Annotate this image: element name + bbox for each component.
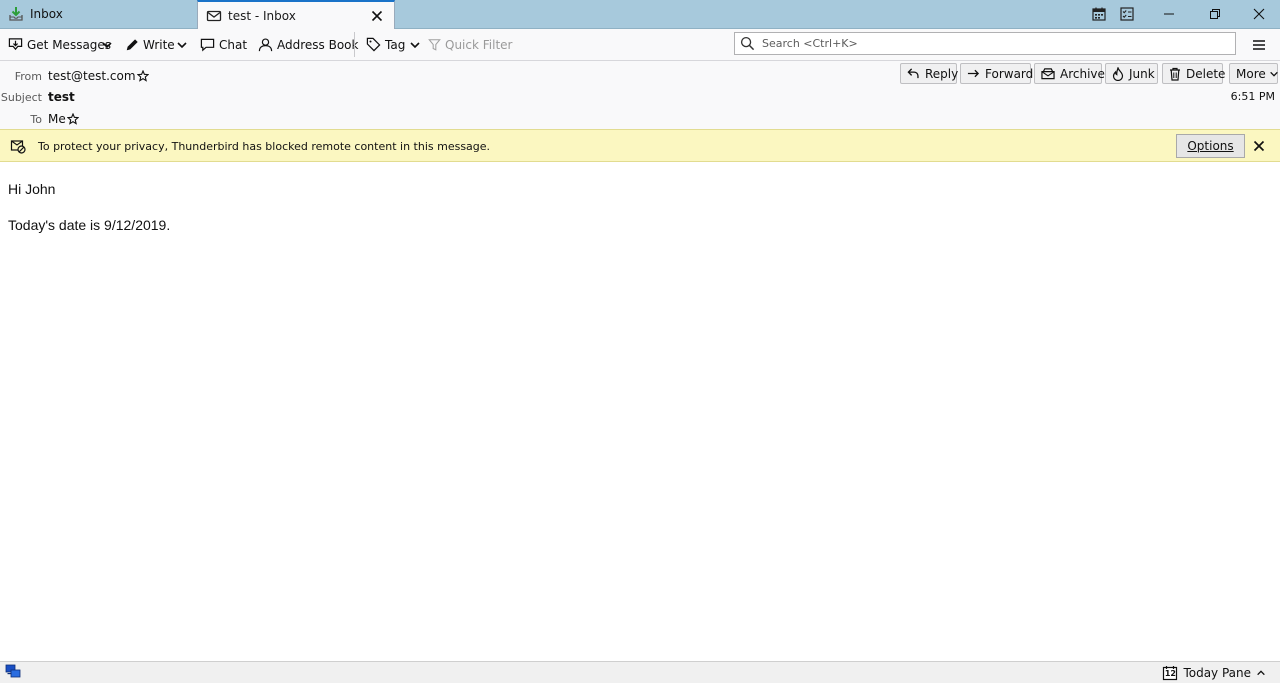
- subject-value: test: [48, 90, 75, 104]
- reply-label: Reply: [925, 66, 959, 81]
- filter-icon: [428, 38, 445, 52]
- chevron-down-icon: [101, 39, 117, 51]
- forward-label: Forward: [985, 66, 1034, 81]
- message-body-line: Today's date is 9/12/2019.: [8, 217, 171, 233]
- star-icon[interactable]: [136, 70, 149, 82]
- tasks-icon[interactable]: [1116, 4, 1138, 24]
- pencil-icon: [125, 38, 143, 52]
- message-body-line: Hi John: [8, 181, 56, 197]
- write-dropdown[interactable]: [176, 33, 192, 56]
- reply-arrow-icon: [907, 67, 925, 80]
- tag-icon: [366, 37, 385, 52]
- tab-bar: Inbox test - Inbox: [0, 0, 1280, 29]
- get-messages-button[interactable]: Get Messages: [8, 33, 111, 56]
- today-calendar-icon: 12: [1162, 665, 1178, 681]
- write-button[interactable]: Write: [125, 33, 175, 56]
- junk-label: Junk: [1129, 66, 1155, 81]
- chevron-down-icon: [409, 39, 425, 51]
- forward-arrow-icon: [967, 67, 985, 80]
- tab-test-inbox[interactable]: test - Inbox: [197, 0, 395, 29]
- today-pane-label: Today Pane: [1183, 666, 1251, 680]
- address-book-button[interactable]: Address Book: [258, 33, 358, 56]
- tag-label: Tag: [385, 37, 406, 52]
- close-notification-icon[interactable]: [1253, 140, 1265, 152]
- to-field[interactable]: Me: [48, 112, 79, 126]
- chevron-down-icon: [176, 39, 192, 51]
- delete-button[interactable]: Delete: [1162, 63, 1226, 84]
- today-calendar-day: 12: [1164, 669, 1176, 678]
- hamburger-menu-icon: [1252, 38, 1270, 52]
- chevron-down-icon: [1269, 69, 1280, 79]
- to-recipient[interactable]: Me: [48, 112, 66, 126]
- close-window-icon[interactable]: [1248, 4, 1270, 24]
- envelope-icon: [206, 8, 222, 24]
- chat-label: Chat: [219, 37, 248, 52]
- star-icon[interactable]: [66, 113, 79, 125]
- junk-button[interactable]: Junk: [1105, 63, 1158, 84]
- archive-box-icon: [1041, 67, 1060, 80]
- chevron-up-icon: [1256, 668, 1266, 678]
- status-bar: 12 Today Pane: [0, 661, 1280, 683]
- subject-label: Subject: [0, 91, 42, 104]
- toolbar-separator: [354, 32, 355, 57]
- chat-bubble-icon: [200, 37, 219, 52]
- inbox-download-icon: [8, 6, 24, 22]
- more-button[interactable]: More: [1229, 63, 1278, 84]
- from-field[interactable]: test@test.com: [48, 69, 149, 83]
- tab-label: test - Inbox: [228, 8, 296, 23]
- remote-content-notification: To protect your privacy, Thunderbird has…: [0, 129, 1280, 162]
- get-messages-icon: [8, 37, 27, 52]
- get-messages-dropdown[interactable]: [101, 33, 117, 56]
- message-time: 6:51 PM: [1230, 90, 1275, 103]
- today-pane-toggle[interactable]: 12 Today Pane: [1162, 665, 1266, 681]
- close-tab-icon[interactable]: [370, 9, 384, 23]
- address-book-icon: [258, 37, 277, 52]
- write-label: Write: [143, 37, 175, 52]
- more-label: More: [1236, 66, 1266, 81]
- quick-filter-button[interactable]: Quick Filter: [428, 33, 512, 56]
- from-address[interactable]: test@test.com: [48, 69, 136, 83]
- chat-button[interactable]: Chat: [200, 33, 247, 56]
- notification-text: To protect your privacy, Thunderbird has…: [38, 140, 491, 153]
- archive-label: Archive: [1060, 66, 1105, 81]
- quick-filter-label: Quick Filter: [445, 37, 513, 52]
- restore-icon[interactable]: [1204, 4, 1226, 24]
- minimize-icon[interactable]: [1158, 4, 1180, 24]
- archive-button[interactable]: Archive: [1034, 63, 1105, 84]
- from-label: From: [14, 70, 42, 83]
- delete-label: Delete: [1186, 66, 1226, 81]
- search-input[interactable]: [760, 36, 1224, 51]
- app-menu-button[interactable]: [1252, 33, 1270, 56]
- online-status-icon[interactable]: [5, 664, 21, 679]
- search-box[interactable]: [734, 32, 1236, 55]
- tab-label: Inbox: [30, 7, 63, 21]
- reply-button[interactable]: Reply: [900, 63, 959, 84]
- get-messages-label: Get Messages: [27, 37, 112, 52]
- main-toolbar: Get Messages Write Chat Address Book Tag…: [0, 29, 1280, 61]
- blocked-content-icon: [10, 138, 26, 154]
- tab-inbox[interactable]: Inbox: [0, 0, 196, 28]
- address-book-label: Address Book: [277, 37, 359, 52]
- options-button[interactable]: Options: [1176, 134, 1245, 158]
- calendar-icon[interactable]: [1088, 4, 1110, 24]
- search-icon: [740, 36, 755, 51]
- to-label: To: [30, 113, 42, 126]
- tag-button[interactable]: Tag: [366, 33, 425, 56]
- forward-button[interactable]: Forward: [960, 63, 1034, 84]
- trash-icon: [1169, 67, 1186, 81]
- flame-icon: [1112, 66, 1129, 81]
